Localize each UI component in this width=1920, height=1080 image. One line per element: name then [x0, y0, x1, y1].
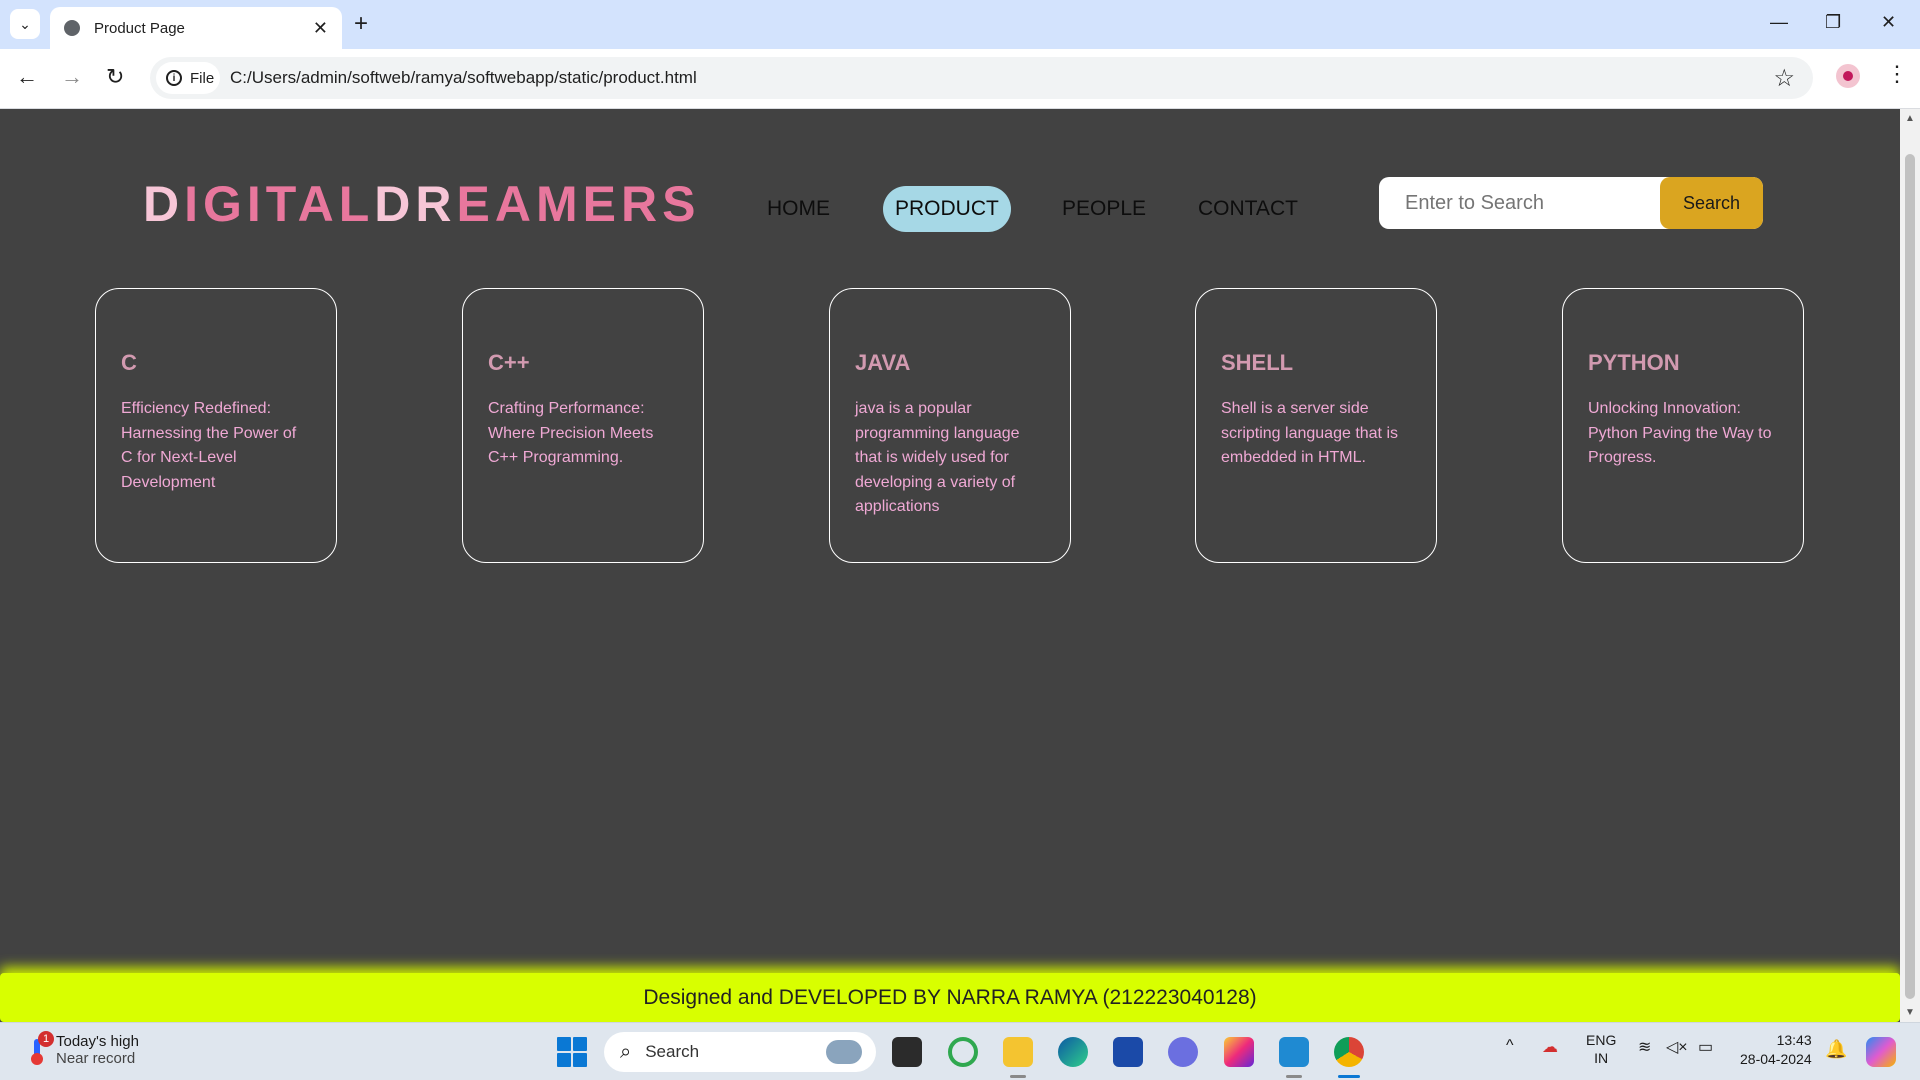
product-card-java[interactable]: JAVA java is a popular programming langu… — [829, 288, 1071, 563]
logo-part: D — [143, 176, 185, 232]
lang-line-2: IN — [1594, 1050, 1609, 1066]
scrollbar-thumb[interactable] — [1905, 154, 1915, 999]
tab-search-button[interactable]: ⌄ — [10, 9, 40, 39]
logo-part: GITAL — [203, 176, 375, 232]
logo-part: I — [184, 176, 204, 232]
card-text: java is a popular programming language t… — [855, 400, 1020, 515]
nav-product[interactable]: PRODUCT — [883, 186, 1011, 232]
info-icon: i — [166, 70, 182, 86]
store-icon[interactable] — [1113, 1037, 1143, 1067]
profile-avatar[interactable] — [1836, 64, 1860, 88]
product-card-python[interactable]: PYTHON Unlocking Innovation: Python Pavi… — [1562, 288, 1804, 563]
logo-part: DR — [374, 176, 457, 232]
taskbar-search-label: Search — [645, 1042, 700, 1061]
card-text: Unlocking Innovation: Python Paving the … — [1588, 400, 1772, 466]
language-indicator[interactable]: ENG IN — [1586, 1031, 1616, 1067]
app-open-indicator — [1010, 1075, 1026, 1078]
scroll-up-arrow-icon[interactable]: ▲ — [1905, 113, 1915, 124]
page-footer: Designed and DEVELOPED BY NARRA RAMYA (2… — [0, 973, 1900, 1022]
clock-date: 28-04-2024 — [1740, 1051, 1812, 1067]
browser-tab-strip: ⌄ Product Page ✕ + — ❐ ✕ — [0, 0, 1920, 49]
battery-icon[interactable]: ▭ — [1698, 1037, 1713, 1057]
system-clock[interactable]: 13:43 28-04-2024 — [1740, 1031, 1812, 1069]
forward-button[interactable]: → — [61, 65, 83, 89]
thermometer-icon: 1 — [28, 1031, 54, 1065]
circle-app-icon[interactable] — [948, 1037, 978, 1067]
card-title: JAVA — [855, 350, 911, 375]
card-title: PYTHON — [1588, 350, 1680, 375]
restore-button[interactable]: ❐ — [1825, 12, 1841, 33]
weather-line-1: Today's high — [56, 1033, 139, 1050]
back-button[interactable]: ← — [16, 65, 38, 89]
page-content: DIGITALDREAMERS HOME PRODUCT PEOPLE CONT… — [0, 109, 1900, 1022]
minimize-button[interactable]: — — [1770, 12, 1788, 33]
browser-toolbar: ← → ↻ i File C:/Users/admin/softweb/ramy… — [0, 49, 1920, 109]
nav-contact[interactable]: CONTACT — [1186, 186, 1310, 232]
page-scrollbar[interactable]: ▲ ▼ — [1900, 109, 1920, 1022]
speaker-muted-icon[interactable]: ◁× — [1666, 1037, 1688, 1057]
edge-icon[interactable] — [1058, 1037, 1088, 1067]
card-title: C — [121, 350, 137, 375]
new-tab-button[interactable]: + — [354, 10, 368, 38]
search-highlight-icon — [826, 1040, 862, 1064]
wifi-icon[interactable]: ≋ — [1638, 1037, 1651, 1057]
logo-part: EAMERS — [456, 176, 701, 232]
card-text: Efficiency Redefined: Harnessing the Pow… — [121, 400, 297, 491]
nav-home[interactable]: HOME — [755, 186, 842, 232]
app-active-indicator — [1338, 1075, 1360, 1078]
chrome-icon[interactable] — [1334, 1037, 1364, 1067]
browser-menu-icon[interactable]: ⋮ — [1886, 61, 1908, 87]
window-close-button[interactable]: ✕ — [1881, 12, 1896, 33]
product-card-cpp[interactable]: C++ Crafting Performance: Where Precisio… — [462, 288, 704, 563]
bookmark-star-icon[interactable]: ☆ — [1773, 64, 1795, 93]
site-info-label: File — [190, 69, 215, 87]
card-text: Shell is a server side scripting languag… — [1221, 400, 1398, 466]
windows-start-icon[interactable] — [557, 1037, 587, 1067]
clock-time: 13:43 — [1776, 1032, 1812, 1048]
url-text[interactable]: C:/Users/admin/softweb/ramya/softwebapp/… — [230, 68, 697, 88]
site-info-chip[interactable]: i File — [156, 62, 220, 94]
tray-overflow-chevron-icon[interactable]: ^ — [1506, 1037, 1514, 1055]
vpn-icon[interactable] — [1168, 1037, 1198, 1067]
product-card-c[interactable]: C Efficiency Redefined: Harnessing the P… — [95, 288, 337, 563]
task-view-icon[interactable] — [892, 1037, 922, 1067]
site-logo[interactable]: DIGITALDREAMERS — [143, 175, 700, 233]
tab-close-icon[interactable]: ✕ — [313, 18, 328, 39]
file-explorer-icon[interactable] — [1003, 1037, 1033, 1067]
instagram-icon[interactable] — [1224, 1037, 1254, 1067]
weather-line-2: Near record — [56, 1050, 136, 1067]
card-text: Crafting Performance: Where Precision Me… — [488, 400, 654, 466]
search-button[interactable]: Search — [1660, 177, 1763, 229]
globe-icon — [64, 20, 80, 36]
browser-tab[interactable]: Product Page ✕ — [50, 7, 342, 49]
reload-button[interactable]: ↻ — [106, 65, 124, 89]
weather-widget[interactable]: 1 Today's high Near record — [28, 1031, 139, 1067]
search-input[interactable] — [1405, 177, 1645, 229]
avatar-icon — [1843, 71, 1853, 81]
windows-taskbar: 1 Today's high Near record ⌕ Search ^ ☁ … — [0, 1022, 1920, 1080]
weather-badge: 1 — [38, 1031, 54, 1047]
copilot-icon[interactable] — [1866, 1037, 1896, 1067]
taskbar-search[interactable]: ⌕ Search — [604, 1032, 876, 1072]
search-icon: ⌕ — [620, 1040, 632, 1063]
notification-bell-icon[interactable]: 🔔 — [1825, 1039, 1847, 1060]
address-bar[interactable]: i File C:/Users/admin/softweb/ramya/soft… — [150, 57, 1813, 99]
product-card-shell[interactable]: SHELL Shell is a server side scripting l… — [1195, 288, 1437, 563]
app-open-indicator — [1286, 1075, 1302, 1078]
vscode-icon[interactable] — [1279, 1037, 1309, 1067]
nav-people[interactable]: PEOPLE — [1050, 186, 1158, 232]
lang-line-1: ENG — [1586, 1032, 1617, 1048]
card-title: C++ — [488, 350, 530, 375]
site-search: Search — [1379, 177, 1763, 229]
onedrive-error-icon[interactable]: ☁ — [1542, 1037, 1558, 1057]
scroll-down-arrow-icon[interactable]: ▼ — [1905, 1007, 1915, 1018]
card-title: SHELL — [1221, 350, 1294, 375]
tab-title: Product Page — [94, 19, 185, 37]
